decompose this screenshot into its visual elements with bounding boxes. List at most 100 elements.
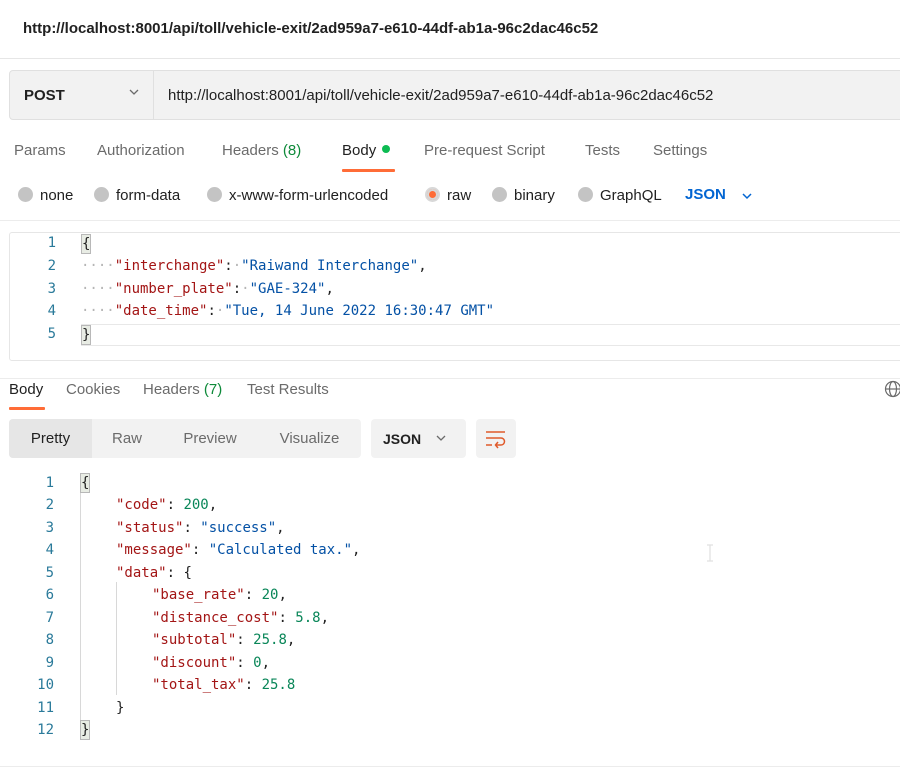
tab-label: Authorization xyxy=(97,142,185,159)
url-input[interactable] xyxy=(168,87,868,104)
json-key: "base_rate" xyxy=(152,587,245,603)
tab-response-body[interactable]: Body xyxy=(9,381,45,410)
tab-cookies[interactable]: Cookies xyxy=(66,381,120,410)
code-line: ····"number_plate":·"GAE-324", xyxy=(81,281,334,297)
radio-circle xyxy=(207,187,222,202)
json-value: "GAE-324" xyxy=(249,281,326,297)
radio-label: form-data xyxy=(116,187,181,204)
json-value: 25.8 xyxy=(253,632,287,648)
current-line-highlight xyxy=(81,324,900,346)
json-punct: , xyxy=(352,542,361,558)
line-number: 4 xyxy=(47,303,56,319)
tab-tests[interactable]: Tests xyxy=(585,142,620,176)
language-select[interactable]: JSON xyxy=(685,186,752,203)
indent-guide xyxy=(80,492,81,740)
json-key: "discount" xyxy=(152,655,237,671)
chevron-down-icon xyxy=(436,435,446,441)
code-line: } xyxy=(116,700,124,722)
tab-label: Cookies xyxy=(66,381,121,398)
globe-icon[interactable] xyxy=(884,380,900,398)
wrap-lines-button[interactable] xyxy=(476,419,516,458)
request-tabs: Params Authorization Headers (8) Body Pr… xyxy=(0,138,900,172)
tab-label: Params xyxy=(14,142,66,159)
response-tabs: Body Cookies Headers (7) Test Results xyxy=(0,378,900,410)
json-key: "total_tax" xyxy=(152,677,245,693)
radio-label: none xyxy=(40,187,74,204)
view-pretty[interactable]: Pretty xyxy=(9,419,92,458)
close-brace: } xyxy=(116,700,125,716)
line-number: 3 xyxy=(47,281,56,297)
divider xyxy=(0,220,900,221)
body-type-options: none form-data x-www-form-urlencoded raw… xyxy=(0,184,900,208)
title-bar: http://localhost:8001/api/toll/vehicle-e… xyxy=(0,0,900,59)
json-value: "success" xyxy=(200,520,277,536)
format-label: JSON xyxy=(383,431,422,447)
text-cursor-icon xyxy=(707,544,713,562)
tab-label: Test Results xyxy=(247,381,329,398)
json-key: "code" xyxy=(116,497,167,513)
tab-settings[interactable]: Settings xyxy=(653,142,707,176)
tab-label: Headers xyxy=(143,381,200,398)
code-line: "base_rate": 20, xyxy=(152,587,287,603)
tab-label: Body xyxy=(9,381,44,398)
close-brace: } xyxy=(80,720,91,740)
line-number: 3 xyxy=(45,520,54,536)
tab-params[interactable]: Params xyxy=(14,142,66,176)
json-punct: , xyxy=(320,610,330,626)
line-number: 5 xyxy=(47,326,56,342)
url-bar: POST xyxy=(9,70,900,120)
code-line: "code": 200, xyxy=(116,497,218,513)
view-raw[interactable]: Raw xyxy=(92,419,162,458)
radio-circle-selected xyxy=(425,187,440,202)
view-visualize[interactable]: Visualize xyxy=(258,419,361,458)
tab-label: Headers xyxy=(222,142,279,159)
json-value: 5.8 xyxy=(295,610,321,626)
code-line: "distance_cost": 5.8, xyxy=(152,610,330,626)
code-line: "status": "success", xyxy=(116,520,285,536)
line-number: 11 xyxy=(37,700,54,716)
radio-circle xyxy=(492,187,507,202)
code-line: ····"date_time":·"Tue, 14 June 2022 16:3… xyxy=(81,303,495,319)
tab-label: Tests xyxy=(585,142,621,159)
request-body-editor[interactable]: 1 { 2 ····"interchange":·"Raiwand Interc… xyxy=(9,232,900,361)
line-number: 8 xyxy=(45,632,54,648)
line-number: 10 xyxy=(37,677,54,693)
json-punct: , xyxy=(208,497,218,513)
body-indicator-dot xyxy=(382,145,391,153)
tab-headers[interactable]: Headers (8) xyxy=(222,142,301,176)
open-brace: { xyxy=(81,234,92,254)
json-key: "interchange" xyxy=(114,258,225,274)
view-preview[interactable]: Preview xyxy=(162,419,258,458)
indent-guide xyxy=(116,582,117,695)
method-select[interactable]: POST xyxy=(10,71,154,119)
tab-response-headers[interactable]: Headers (7) xyxy=(143,381,222,410)
response-body-viewer[interactable]: 1 { 2 "code": 200, 3 "status": "success"… xyxy=(0,470,900,750)
radio-circle xyxy=(94,187,109,202)
line-number: 6 xyxy=(45,587,54,603)
json-value: 200 xyxy=(183,497,209,513)
response-format-select[interactable]: JSON xyxy=(371,419,466,458)
tab-test-results[interactable]: Test Results xyxy=(247,381,329,410)
tab-body[interactable]: Body xyxy=(342,142,395,172)
line-number: 1 xyxy=(45,475,54,491)
chevron-down-icon xyxy=(129,89,139,95)
tab-pre-request-script[interactable]: Pre-request Script xyxy=(424,142,545,176)
json-key: "subtotal" xyxy=(152,632,237,648)
radio-circle xyxy=(18,187,33,202)
line-number: 4 xyxy=(45,542,54,558)
json-key: "distance_cost" xyxy=(152,610,279,626)
json-value: 0 xyxy=(253,655,262,671)
json-value: 25.8 xyxy=(261,677,296,693)
response-view-selector: Pretty Raw Preview Visualize xyxy=(9,419,361,458)
headers-count: (8) xyxy=(282,142,302,159)
line-number: 12 xyxy=(37,722,54,738)
code-line: ····"interchange":·"Raiwand Interchange"… xyxy=(81,258,427,274)
tab-authorization[interactable]: Authorization xyxy=(97,142,185,176)
line-number: 5 xyxy=(45,565,54,581)
json-punct: , xyxy=(278,587,287,603)
json-punct: , xyxy=(418,258,427,274)
radio-label: binary xyxy=(514,187,555,204)
radio-label: GraphQL xyxy=(600,187,662,204)
active-tab-underline xyxy=(342,169,395,172)
close-brace: } xyxy=(81,325,92,345)
